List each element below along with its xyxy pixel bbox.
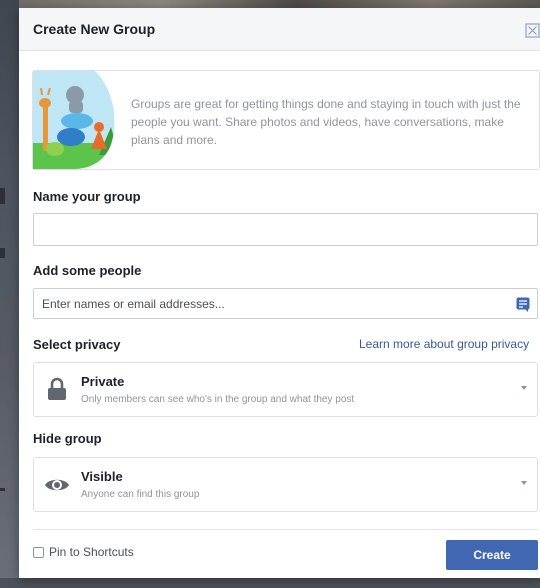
select-privacy-label: Select privacy	[33, 337, 121, 352]
chevron-down-icon	[521, 481, 527, 485]
create-button[interactable]: Create	[446, 540, 538, 570]
name-group-label: Name your group	[33, 189, 141, 204]
privacy-select[interactable]: Private Only members can see who's in th…	[33, 362, 538, 417]
add-people-label: Add some people	[33, 263, 142, 278]
dialog-title: Create New Group	[33, 21, 156, 37]
create-group-dialog: Create New Group Groups are great for ge…	[19, 8, 540, 578]
visibility-selected-title: Visible	[81, 469, 123, 484]
close-icon[interactable]	[525, 23, 540, 38]
learn-more-privacy-link[interactable]: Learn more about group privacy	[359, 337, 529, 351]
pin-checkbox[interactable]	[33, 546, 44, 558]
intro-panel: Groups are great for getting things done…	[32, 70, 540, 170]
visibility-select[interactable]: Visible Anyone can find this group	[33, 457, 538, 512]
pin-to-shortcuts[interactable]: Pin to Shortcuts	[33, 545, 134, 559]
privacy-selected-description: Only members can see who's in the group …	[81, 394, 355, 405]
dialog-header: Create New Group	[19, 8, 540, 51]
background-mark	[0, 188, 5, 204]
intro-text: Groups are great for getting things done…	[131, 97, 521, 147]
background-mark	[0, 248, 5, 258]
privacy-selected-title: Private	[81, 374, 125, 389]
footer-divider	[33, 529, 538, 530]
background-bottom	[0, 578, 540, 588]
hide-group-label: Hide group	[33, 431, 102, 446]
background-mark	[0, 488, 5, 491]
eye-icon	[45, 479, 69, 491]
lock-icon	[48, 377, 66, 400]
chevron-down-icon	[521, 386, 527, 390]
group-name-input[interactable]	[33, 213, 538, 246]
add-people-input[interactable]	[33, 288, 538, 319]
compose-icon[interactable]	[516, 297, 530, 312]
groups-illustration-icon	[33, 71, 115, 169]
visibility-selected-description: Anyone can find this group	[81, 489, 200, 500]
background-left	[0, 0, 19, 588]
pin-label: Pin to Shortcuts	[49, 545, 134, 559]
